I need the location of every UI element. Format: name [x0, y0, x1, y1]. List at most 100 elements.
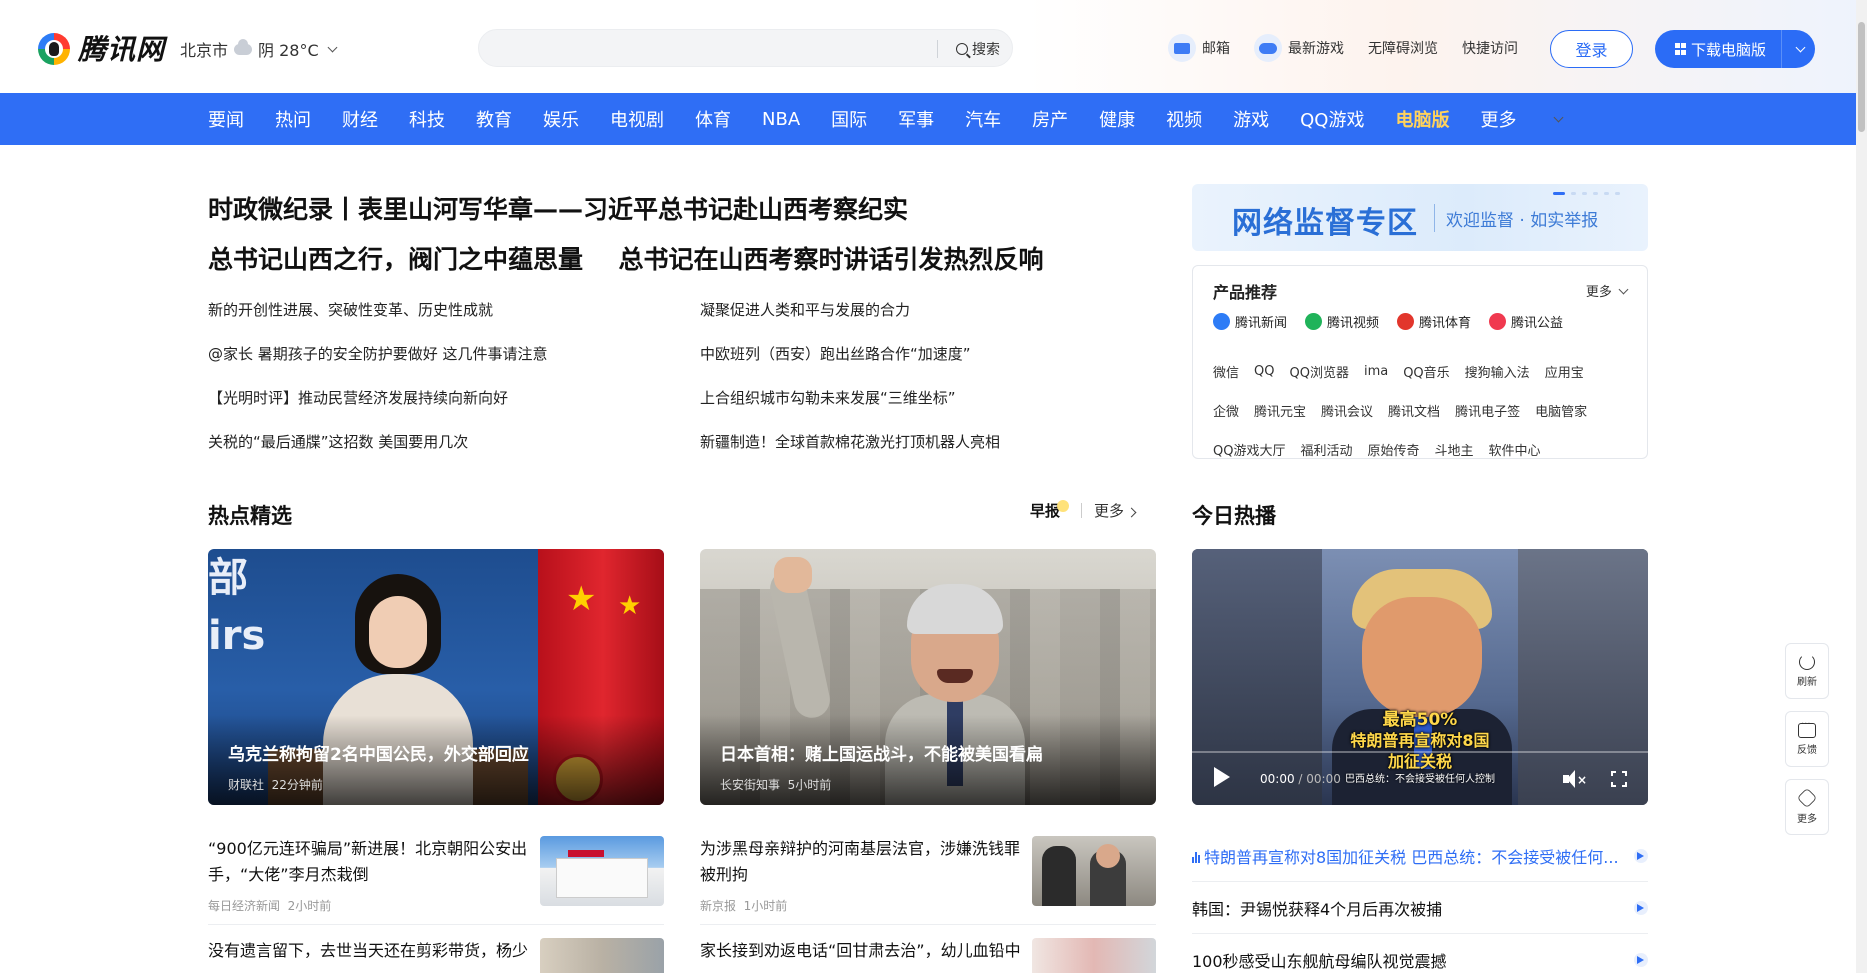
nav-item-2[interactable]: 财经 [342, 106, 378, 132]
morning-report-link[interactable]: 早报 [1030, 500, 1070, 521]
hot-list-item[interactable]: 特朗普再宣称对8国加征关税 巴西总统：不会接受被任何... [1192, 830, 1648, 882]
scrollbar-thumb[interactable] [1858, 22, 1865, 132]
nav-item-12[interactable]: 房产 [1032, 106, 1068, 132]
nav-item-6[interactable]: 电视剧 [610, 106, 664, 132]
search-button[interactable]: 搜索 [945, 30, 1011, 68]
product-link[interactable]: QQ游戏大厅 [1213, 440, 1285, 459]
hot-list-item[interactable]: 韩国：尹锡悦获释4个月后再次被捕 [1192, 882, 1648, 934]
nav-item-11[interactable]: 汽车 [965, 106, 1001, 132]
nav-item-4[interactable]: 教育 [476, 106, 512, 132]
mail-link[interactable]: 邮箱 [1168, 34, 1230, 62]
product-link[interactable]: 腾讯会议 [1321, 401, 1373, 420]
news-link[interactable]: 中欧班列（西安）跑出丝路合作“加速度” [700, 342, 1158, 366]
product-link[interactable]: 腾讯元宝 [1254, 401, 1306, 420]
product-link[interactable]: QQ浏览器 [1289, 362, 1348, 381]
product-link[interactable]: ima [1364, 364, 1388, 379]
news-link[interactable]: 新疆制造！全球首款棉花激光打顶机器人亮相 [700, 430, 1158, 454]
product-app-link[interactable]: 腾讯视频 [1305, 312, 1379, 331]
nav-item-13[interactable]: 健康 [1099, 106, 1135, 132]
product-link[interactable]: 应用宝 [1545, 362, 1584, 381]
logo-text: 腾讯网 [78, 33, 166, 66]
play-small-icon [1634, 848, 1648, 863]
product-link[interactable]: 软件中心 [1489, 440, 1541, 459]
product-link[interactable]: 微信 [1213, 362, 1239, 381]
quick-access-link[interactable]: 快捷访问 [1462, 38, 1518, 58]
product-link[interactable]: 腾讯电子签 [1455, 401, 1520, 420]
fullscreen-icon[interactable] [1611, 771, 1627, 787]
nav-item-1[interactable]: 热问 [275, 106, 311, 132]
scrollbar-track[interactable] [1856, 0, 1867, 973]
product-link[interactable]: 企微 [1213, 401, 1239, 420]
carousel-dots[interactable] [1553, 192, 1620, 195]
product-app-link[interactable]: 腾讯公益 [1489, 312, 1563, 331]
second-headline-b[interactable]: 总书记在山西考察时讲话引发热烈反响 [618, 245, 1043, 274]
refresh-button[interactable]: 刷新 [1785, 643, 1829, 699]
network-supervision-banner[interactable]: 网络监督专区 欢迎监督 · 如实举报 [1192, 184, 1648, 251]
search-input[interactable]: 搜索 [478, 29, 1013, 67]
download-dropdown[interactable] [1781, 30, 1815, 68]
news-link[interactable]: 凝聚促进人类和平与发展的合力 [700, 298, 1158, 322]
nav-item-14[interactable]: 视频 [1166, 106, 1202, 132]
nav-item-15[interactable]: 游戏 [1233, 106, 1269, 132]
news-link[interactable]: 上合组织城市勾勒未来发展“三维坐标” [700, 386, 1158, 410]
hot-picks-more-link[interactable]: 更多 [1094, 500, 1137, 521]
feedback-button[interactable]: 反馈 [1785, 711, 1829, 767]
product-link[interactable]: 腾讯文档 [1388, 401, 1440, 420]
download-label: 下载电脑版 [1691, 40, 1767, 59]
windows-icon [1675, 43, 1687, 55]
nav-item-3[interactable]: 科技 [409, 106, 445, 132]
mute-icon[interactable]: × [1563, 770, 1587, 788]
product-link[interactable]: 斗地主 [1435, 440, 1474, 459]
hot-list-item[interactable]: 100秒感受山东舰航母编队视觉震撼 [1192, 934, 1648, 973]
news-list: 新的开创性进展、突破性变革、历史性成就 凝聚促进人类和平与发展的合力 @家长 暑期孩… [208, 298, 1158, 454]
news-link[interactable]: 【光明时评】推动民营经济发展持续向新向好 [208, 386, 700, 410]
play-small-icon [1634, 900, 1648, 915]
search-icon [956, 43, 968, 55]
tencent-logo[interactable]: 腾讯网 [38, 28, 165, 68]
latest-games-link[interactable]: 最新游戏 [1254, 34, 1344, 62]
more-tools-button[interactable]: 更多 [1785, 779, 1829, 835]
more-tools-label: 更多 [1797, 814, 1817, 825]
nav-item-10[interactable]: 军事 [898, 106, 934, 132]
sun-icon [1057, 500, 1070, 512]
nav-item-7[interactable]: 体育 [695, 106, 731, 132]
feed-thumbnail [540, 938, 664, 973]
download-pc-button[interactable]: 下载电脑版 [1655, 30, 1815, 68]
product-app-link[interactable]: 腾讯体育 [1397, 312, 1471, 331]
product-link[interactable]: 福利活动 [1300, 440, 1352, 459]
play-icon[interactable] [1214, 767, 1230, 787]
feed-divider [208, 924, 664, 925]
weather-widget[interactable]: 北京市 阴 28°C [180, 37, 338, 61]
nav-item-5[interactable]: 娱乐 [543, 106, 579, 132]
news-link[interactable]: 新的开创性进展、突破性变革、历史性成就 [208, 298, 700, 322]
news-card-japan[interactable]: 日本首相：赌上国运战斗，不能被美国看扁 长安街知事 5小时前 [700, 549, 1156, 805]
news-card-ukraine[interactable]: 部 irs ★ ★ 乌克兰称拘留2名中国公民，外交部回应 财联社 22分钟前 [208, 549, 664, 805]
nav-item-17[interactable]: 电脑版 [1395, 106, 1449, 132]
product-app-label: 腾讯视频 [1327, 316, 1380, 331]
product-link[interactable]: QQ音乐 [1403, 362, 1449, 381]
products-more-link[interactable]: 更多 [1586, 281, 1629, 300]
app-icon [1489, 313, 1507, 330]
mail-link-label: 邮箱 [1202, 41, 1230, 57]
news-link[interactable]: @家长 暑期孩子的安全防护要做好 这几件事请注意 [208, 342, 700, 366]
nav-item-9[interactable]: 国际 [831, 106, 867, 132]
video-player[interactable]: 最高50% 特朗普再宣称对8国 加征关税 巴西总统：不会接受被任何人控制 00:… [1192, 549, 1648, 805]
nav-item-16[interactable]: QQ游戏 [1300, 106, 1364, 132]
tools-divider [1081, 503, 1083, 518]
accessibility-link[interactable]: 无障碍浏览 [1368, 38, 1438, 58]
main-headline[interactable]: 时政微纪录丨表里山河写华章——习近平总书记赴山西考察纪实 [208, 190, 908, 226]
nav-item-18[interactable]: 更多 [1480, 106, 1516, 132]
login-button[interactable]: 登录 [1550, 30, 1633, 68]
product-app-link[interactable]: 腾讯新闻 [1213, 312, 1287, 331]
video-person-face [1362, 597, 1482, 717]
product-link[interactable]: 电脑管家 [1535, 401, 1587, 420]
product-link[interactable]: 原始传奇 [1367, 440, 1419, 459]
nav-item-8[interactable]: NBA [762, 109, 800, 130]
second-headline-a[interactable]: 总书记山西之行，阀门之中蕴思量 [208, 245, 583, 274]
product-link[interactable]: 搜狗输入法 [1465, 362, 1530, 381]
feed-divider [700, 924, 1156, 925]
news-link[interactable]: 关税的“最后通牒”这招数 美国要用几次 [208, 430, 700, 454]
product-link[interactable]: QQ [1254, 364, 1274, 379]
nav-item-0[interactable]: 要闻 [208, 106, 244, 132]
tencent-logo-icon [38, 31, 72, 65]
